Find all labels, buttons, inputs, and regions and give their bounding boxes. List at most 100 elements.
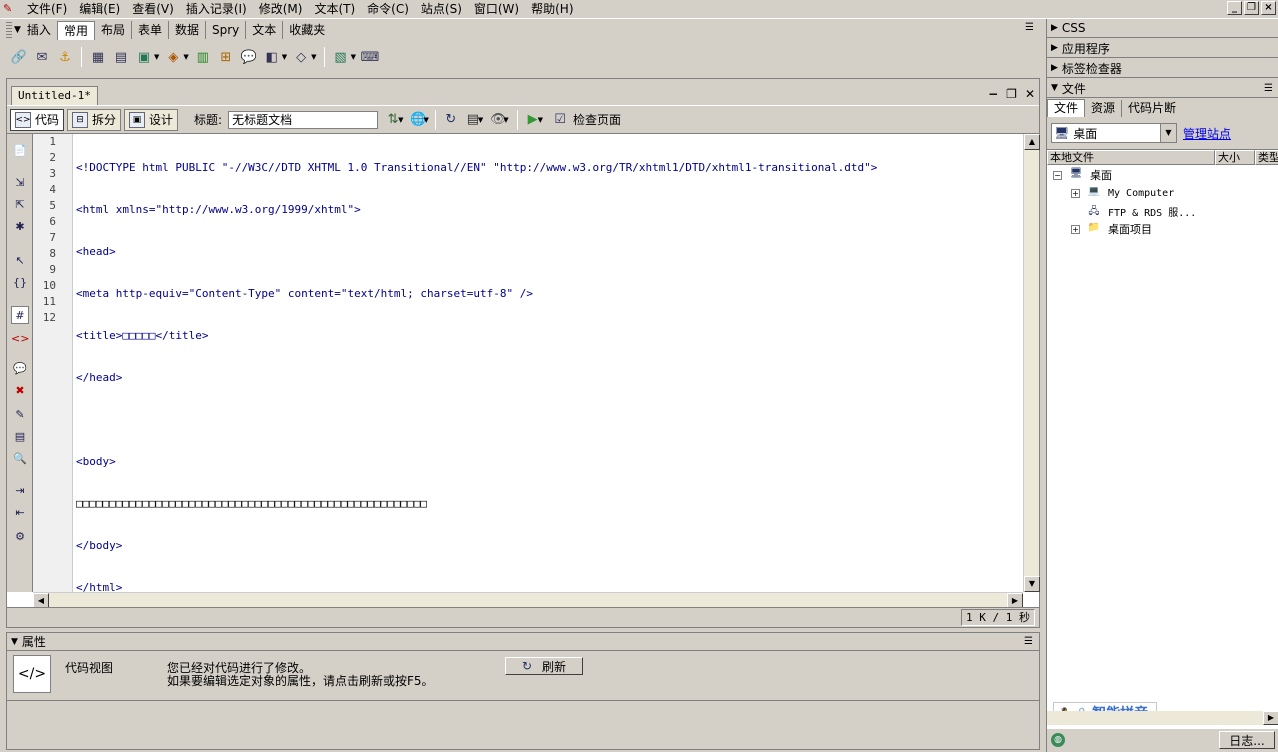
- panel-css[interactable]: ▶ CSS: [1047, 19, 1278, 38]
- head-icon[interactable]: ◧: [263, 48, 281, 66]
- menu-insert[interactable]: 插入记录(I): [180, 0, 253, 18]
- menu-site[interactable]: 站点(S): [415, 0, 468, 18]
- tab-assets[interactable]: 资源: [1085, 99, 1123, 117]
- menu-view[interactable]: 查看(V): [126, 0, 180, 18]
- apply-comment-icon[interactable]: 💬: [11, 360, 29, 378]
- dropdown-arrow-icon[interactable]: ▼: [311, 53, 316, 61]
- tag-chooser-icon[interactable]: ⌨: [361, 48, 380, 66]
- menu-window[interactable]: 窗口(W): [468, 0, 525, 18]
- column-size[interactable]: 大小: [1215, 150, 1255, 165]
- dropdown-arrow-icon[interactable]: ▼: [351, 53, 356, 61]
- tab-data[interactable]: 数据: [169, 21, 206, 39]
- title-input[interactable]: [228, 110, 379, 129]
- panel-menu-icon[interactable]: ☰: [1264, 83, 1273, 94]
- insert-header[interactable]: 插入: [21, 21, 57, 39]
- panel-application[interactable]: ▶ 应用程序: [1047, 39, 1278, 58]
- site-select[interactable]: 🖥 桌面 ▼: [1051, 123, 1177, 143]
- recent-snippets-icon[interactable]: ▤: [11, 428, 29, 446]
- outdent-icon[interactable]: ⇤: [11, 504, 29, 522]
- email-link-icon[interactable]: ✉: [33, 48, 51, 66]
- dropdown-arrow-icon[interactable]: ▼: [478, 116, 483, 124]
- tab-snippets[interactable]: 代码片断: [1122, 100, 1182, 117]
- scroll-up-icon[interactable]: ▲: [1024, 134, 1040, 150]
- code-view-button[interactable]: <> 代码: [10, 108, 65, 131]
- doc-minimize-icon[interactable]: −: [988, 87, 998, 101]
- menu-help[interactable]: 帮助(H): [525, 0, 579, 18]
- tree-item[interactable]: + 💻 My Computer: [1071, 184, 1174, 202]
- panel-menu-icon[interactable]: ☰: [1024, 636, 1033, 647]
- wrap-tag-icon[interactable]: ✎: [11, 406, 29, 424]
- horizontal-scrollbar[interactable]: ◀ ▶: [33, 592, 1023, 609]
- templates-icon[interactable]: ▧: [332, 48, 350, 66]
- split-view-button[interactable]: ⊟ 拆分: [67, 108, 122, 131]
- expand-icon[interactable]: +: [1071, 224, 1080, 234]
- column-local-files[interactable]: 本地文件: [1047, 150, 1215, 165]
- doc-restore-icon[interactable]: ❐: [1006, 87, 1017, 101]
- expand-all-icon[interactable]: ✱: [11, 218, 29, 236]
- remove-comment-icon[interactable]: ✖: [11, 382, 29, 400]
- tab-favorites[interactable]: 收藏夹: [283, 21, 331, 39]
- refresh-button[interactable]: ↻ 刷新: [505, 657, 583, 675]
- tab-common[interactable]: 常用: [56, 20, 95, 40]
- format-source-icon[interactable]: ⚙: [11, 528, 29, 546]
- dropdown-arrow-icon[interactable]: ▼: [503, 116, 508, 124]
- dropdown-arrow-icon[interactable]: ▼: [183, 53, 188, 61]
- close-button[interactable]: ×: [1261, 1, 1276, 15]
- code-editor[interactable]: <!DOCTYPE html PUBLIC "-//W3C//DTD XHTML…: [76, 134, 1022, 592]
- manage-sites-link[interactable]: 管理站点: [1183, 125, 1231, 142]
- script-icon[interactable]: ◇: [292, 48, 310, 66]
- line-numbers-icon[interactable]: #: [11, 306, 29, 324]
- doc-close-icon[interactable]: ✕: [1025, 87, 1035, 101]
- connection-globe-icon[interactable]: ◍: [1051, 733, 1065, 747]
- table-icon[interactable]: ▦: [89, 48, 107, 66]
- menu-modify[interactable]: 修改(M): [253, 0, 309, 18]
- dropdown-arrow-icon[interactable]: ▼: [423, 116, 428, 124]
- properties-header[interactable]: ▼ 属性 ☰: [7, 633, 1039, 651]
- tree-item[interactable]: + 📁 桌面项目: [1071, 220, 1152, 238]
- dropdown-arrow-icon[interactable]: ▼: [154, 53, 159, 61]
- tab-text[interactable]: 文本: [246, 21, 284, 39]
- design-view-button[interactable]: ▣ 设计: [124, 108, 179, 131]
- menu-file[interactable]: 文件(F): [21, 0, 73, 18]
- collapse-tag-icon[interactable]: ⇲: [11, 174, 29, 192]
- restore-button[interactable]: ❐: [1244, 1, 1259, 15]
- panel-menu-icon[interactable]: ☰: [1025, 22, 1034, 33]
- move-css-icon[interactable]: 🔍: [11, 450, 29, 468]
- balance-braces-icon[interactable]: {}: [11, 274, 29, 292]
- collapse-triangle-icon[interactable]: ▼: [14, 25, 21, 35]
- tree-item[interactable]: 🖧 FTP & RDS 服...: [1071, 202, 1196, 220]
- dropdown-arrow-icon[interactable]: ▼: [398, 116, 403, 124]
- vertical-scrollbar[interactable]: ▲ ▼: [1023, 134, 1040, 592]
- panel-files[interactable]: ▼ 文件 ☰: [1047, 79, 1278, 98]
- grip-handle[interactable]: [6, 22, 12, 38]
- collapse-selection-icon[interactable]: ⇱: [11, 196, 29, 214]
- tree-root[interactable]: − 🖥 桌面: [1053, 166, 1112, 184]
- hyperlink-icon[interactable]: 🔗: [10, 48, 28, 66]
- tab-forms[interactable]: 表单: [132, 21, 169, 39]
- dropdown-arrow-icon[interactable]: ▼: [282, 53, 287, 61]
- menu-commands[interactable]: 命令(C): [361, 0, 415, 18]
- tab-spry[interactable]: Spry: [206, 21, 247, 39]
- check-page-button[interactable]: ☑ 检查页面: [551, 111, 621, 129]
- menu-edit[interactable]: 编辑(E): [73, 0, 126, 18]
- date-icon[interactable]: ▥: [194, 48, 212, 66]
- dropdown-arrow-icon[interactable]: ▼: [538, 116, 543, 124]
- column-type[interactable]: 类型: [1255, 150, 1278, 165]
- tab-files[interactable]: 文件: [1047, 99, 1086, 117]
- log-button[interactable]: 日志...: [1219, 731, 1275, 749]
- minimize-button[interactable]: _: [1227, 1, 1242, 15]
- highlight-invalid-icon[interactable]: <>: [11, 330, 29, 348]
- tab-layout[interactable]: 布局: [95, 21, 132, 39]
- files-horizontal-scrollbar[interactable]: ▶: [1047, 711, 1278, 725]
- panel-tag-inspector[interactable]: ▶ 标签检查器: [1047, 59, 1278, 78]
- collapse-triangle-icon[interactable]: ▼: [11, 637, 18, 647]
- scroll-down-icon[interactable]: ▼: [1024, 576, 1040, 592]
- expand-icon[interactable]: +: [1071, 188, 1080, 198]
- open-documents-icon[interactable]: 📄: [11, 142, 29, 160]
- div-icon[interactable]: ▤: [112, 48, 130, 66]
- refresh-icon[interactable]: ↻: [442, 111, 460, 129]
- media-icon[interactable]: ◈: [164, 48, 182, 66]
- select-parent-tag-icon[interactable]: ↖: [11, 252, 29, 270]
- dropdown-arrow-icon[interactable]: ▼: [1160, 124, 1176, 142]
- menu-text[interactable]: 文本(T): [308, 0, 361, 18]
